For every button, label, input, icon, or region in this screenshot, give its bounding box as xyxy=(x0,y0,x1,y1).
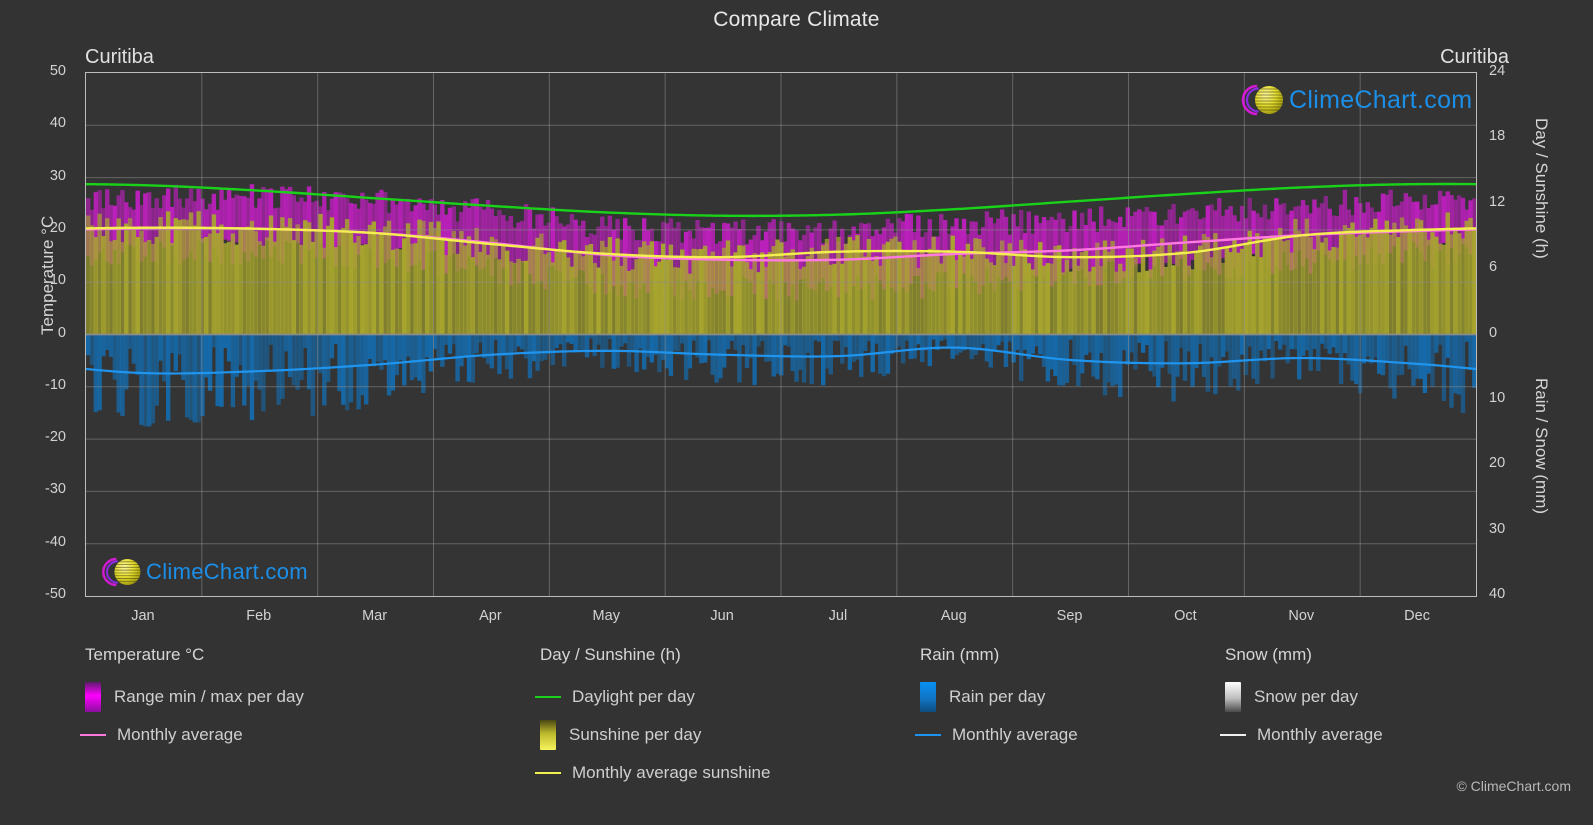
legend-item[interactable]: Range min / max per day xyxy=(85,678,304,716)
legend-line-icon xyxy=(80,734,106,736)
legend-item-label: Monthly average xyxy=(1257,725,1383,744)
legend-item-label: Sunshine per day xyxy=(569,725,702,744)
legend-item-label: Daylight per day xyxy=(572,687,695,706)
left-tick--10: -10 xyxy=(45,376,66,393)
legend-item-label: Monthly average xyxy=(952,725,1078,744)
climate-chart-plot[interactable] xyxy=(85,72,1477,597)
x-tick-apr: Apr xyxy=(479,608,502,624)
x-tick-aug: Aug xyxy=(940,608,967,624)
legend-swatch-icon xyxy=(540,720,556,750)
legend-item-label: Monthly average sunshine xyxy=(572,763,771,782)
left-tick--40: -40 xyxy=(45,533,66,550)
legend-item[interactable]: Monthly average xyxy=(80,716,304,754)
right-tick-hours-24: 24 xyxy=(1489,63,1506,79)
legend-item[interactable]: Sunshine per day xyxy=(540,716,770,754)
legend-column-rain-mm: Rain (mm) Rain per day Monthly average xyxy=(915,645,1078,754)
x-tick-nov: Nov xyxy=(1288,608,1315,624)
right-tick-hours-12: 12 xyxy=(1489,193,1506,210)
left-tick-50: 50 xyxy=(49,63,66,79)
right-tick-hours-6: 6 xyxy=(1489,259,1498,276)
left-tick--30: -30 xyxy=(45,481,66,498)
legend-item[interactable]: Monthly average xyxy=(915,716,1078,754)
right-tick-hours-18: 18 xyxy=(1489,128,1506,145)
legend-heading: Day / Sunshine (h) xyxy=(540,645,681,664)
left-tick-0: 0 xyxy=(57,324,66,341)
legend-heading: Snow (mm) xyxy=(1225,645,1312,664)
legend-swatch-icon xyxy=(1225,682,1241,712)
legend-item[interactable]: Snow per day xyxy=(1225,678,1383,716)
x-tick-may: May xyxy=(592,608,620,624)
page-title: Compare Climate xyxy=(713,8,880,31)
legend-column-day-sunshine-h: Day / Sunshine (h) Daylight per day Sunshi… xyxy=(535,645,771,792)
legend-item-label: Monthly average xyxy=(117,725,243,744)
right-tick-mm-20: 20 xyxy=(1489,455,1506,472)
legend-item-label: Rain per day xyxy=(949,687,1046,706)
left-tick-10: 10 xyxy=(49,272,66,289)
legend-item[interactable]: Monthly average sunshine xyxy=(535,754,771,792)
legend-item-label: Range min / max per day xyxy=(114,687,304,706)
legend-heading: Temperature °C xyxy=(85,645,205,664)
legend-swatch-icon xyxy=(920,682,936,712)
chart-gridlines xyxy=(86,73,1476,596)
copyright-text: © ClimeChart.com xyxy=(1456,778,1571,794)
left-tick-20: 20 xyxy=(49,219,66,236)
right-tick-mm-30: 30 xyxy=(1489,520,1506,537)
x-tick-jun: Jun xyxy=(710,608,734,624)
left-tick--20: -20 xyxy=(45,429,66,446)
left-tick-30: 30 xyxy=(49,167,66,184)
x-tick-oct: Oct xyxy=(1174,608,1197,624)
x-tick-dec: Dec xyxy=(1404,608,1430,624)
right-tick-mm-40: 40 xyxy=(1489,586,1506,602)
legend-column-snow-mm: Snow (mm) Snow per day Monthly average xyxy=(1220,645,1383,754)
legend-item[interactable]: Rain per day xyxy=(920,678,1078,716)
legend-column-temperature-c: Temperature °C Range min / max per day Mon… xyxy=(80,645,304,754)
left-tick-40: 40 xyxy=(49,115,66,132)
legend-line-icon xyxy=(535,696,561,698)
left-tick--50: -50 xyxy=(45,586,66,602)
legend-item-label: Snow per day xyxy=(1254,687,1358,706)
legend-heading: Rain (mm) xyxy=(920,645,1000,664)
x-tick-mar: Mar xyxy=(362,608,388,624)
location-label-left: Curitiba xyxy=(85,46,154,68)
legend-line-icon xyxy=(915,734,941,736)
legend-item[interactable]: Monthly average xyxy=(1220,716,1383,754)
x-tick-sep: Sep xyxy=(1056,608,1083,624)
legend-line-icon xyxy=(535,772,561,774)
right-tick-hours-0: 0 xyxy=(1489,324,1498,341)
x-tick-jan: Jan xyxy=(131,608,155,624)
x-tick-feb: Feb xyxy=(246,608,272,624)
chart-legend: © ClimeChart.com Temperature °C Range min… xyxy=(0,645,1593,825)
chart-canvas xyxy=(86,73,1476,596)
legend-line-icon xyxy=(1220,734,1246,736)
right-tick-mm-10: 10 xyxy=(1489,389,1506,406)
legend-item[interactable]: Daylight per day xyxy=(535,678,770,716)
x-tick-jul: Jul xyxy=(828,608,848,624)
legend-swatch-icon xyxy=(85,682,101,712)
